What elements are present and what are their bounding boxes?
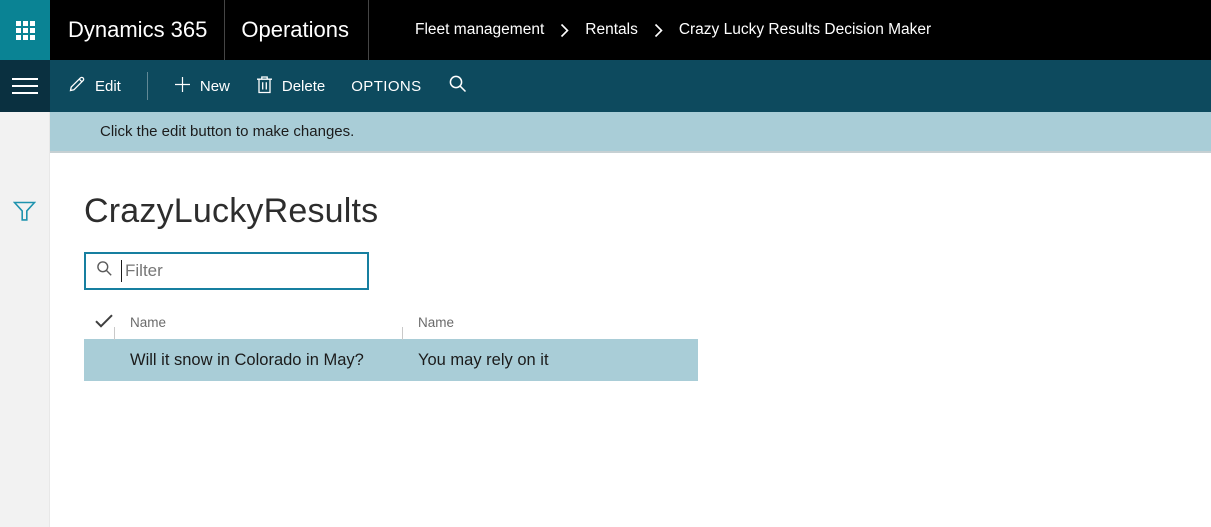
- new-button[interactable]: New: [174, 76, 230, 97]
- table-row[interactable]: Will it snow in Colorado in May? You may…: [84, 339, 698, 381]
- options-menu-button[interactable]: OPTIONS: [351, 78, 421, 95]
- column-header-name-1[interactable]: Name: [115, 306, 403, 340]
- page-title: CrazyLuckyResults: [84, 192, 379, 230]
- toolbar-search-icon: [448, 74, 468, 98]
- edit-button[interactable]: Edit: [68, 75, 121, 97]
- filter-funnel-icon: [12, 201, 37, 226]
- filter-input[interactable]: [122, 261, 359, 281]
- breadcrumb-item-area[interactable]: Rentals: [585, 21, 638, 39]
- trash-icon: [256, 75, 273, 98]
- waffle-icon: [15, 20, 35, 40]
- grid-header-row: Name Name: [84, 306, 698, 340]
- app-launcher-button[interactable]: [0, 0, 50, 60]
- notification-message: Click the edit button to make changes.: [100, 123, 355, 140]
- breadcrumb-item-module[interactable]: Fleet management: [415, 21, 544, 39]
- quick-filter-box[interactable]: [84, 252, 369, 290]
- suite-name-label: Operations: [241, 17, 350, 42]
- row-value-cell: You may rely on it: [418, 350, 549, 369]
- dynamics-home-link[interactable]: Dynamics 365: [50, 0, 224, 60]
- command-bar: Edit New Delete OPTIONS: [0, 60, 1211, 112]
- options-button-label: OPTIONS: [351, 77, 422, 95]
- breadcrumb-chevron-icon: [560, 23, 569, 38]
- hamburger-icon: [12, 78, 38, 94]
- product-name: Dynamics 365: [68, 17, 208, 42]
- select-all-header[interactable]: [84, 306, 115, 340]
- top-app-bar: Dynamics 365 Operations Fleet management…: [0, 0, 1211, 60]
- new-button-label: New: [199, 77, 230, 95]
- filter-pane-button[interactable]: [12, 200, 37, 226]
- input-search-icon: [96, 260, 113, 282]
- toolbar-search-button[interactable]: [448, 74, 468, 98]
- page-content: CrazyLuckyResults Name Name Will it snow…: [50, 153, 1211, 381]
- edit-button-label: Edit: [95, 77, 121, 95]
- row-name-cell: Will it snow in Colorado in May?: [130, 350, 364, 369]
- left-rail: [0, 112, 50, 527]
- command-bar-actions: Edit New Delete OPTIONS: [50, 60, 1211, 112]
- nav-pane-toggle-button[interactable]: [0, 60, 50, 112]
- results-grid: Name Name Will it snow in Colorado in Ma…: [84, 306, 698, 381]
- toolbar-divider: [146, 72, 148, 100]
- plus-icon: [174, 76, 191, 97]
- delete-button-label: Delete: [281, 77, 326, 95]
- edit-pencil-icon: [68, 75, 86, 97]
- column-header-name-2[interactable]: Name: [403, 306, 698, 339]
- breadcrumb: Fleet management Rentals Crazy Lucky Res…: [369, 0, 931, 60]
- breadcrumb-chevron-icon: [654, 23, 663, 38]
- delete-button[interactable]: Delete: [256, 75, 325, 98]
- select-all-checkmark-icon: [95, 314, 113, 331]
- breadcrumb-item-page[interactable]: Crazy Lucky Results Decision Maker: [679, 21, 931, 39]
- notification-bar: Click the edit button to make changes.: [50, 112, 1211, 153]
